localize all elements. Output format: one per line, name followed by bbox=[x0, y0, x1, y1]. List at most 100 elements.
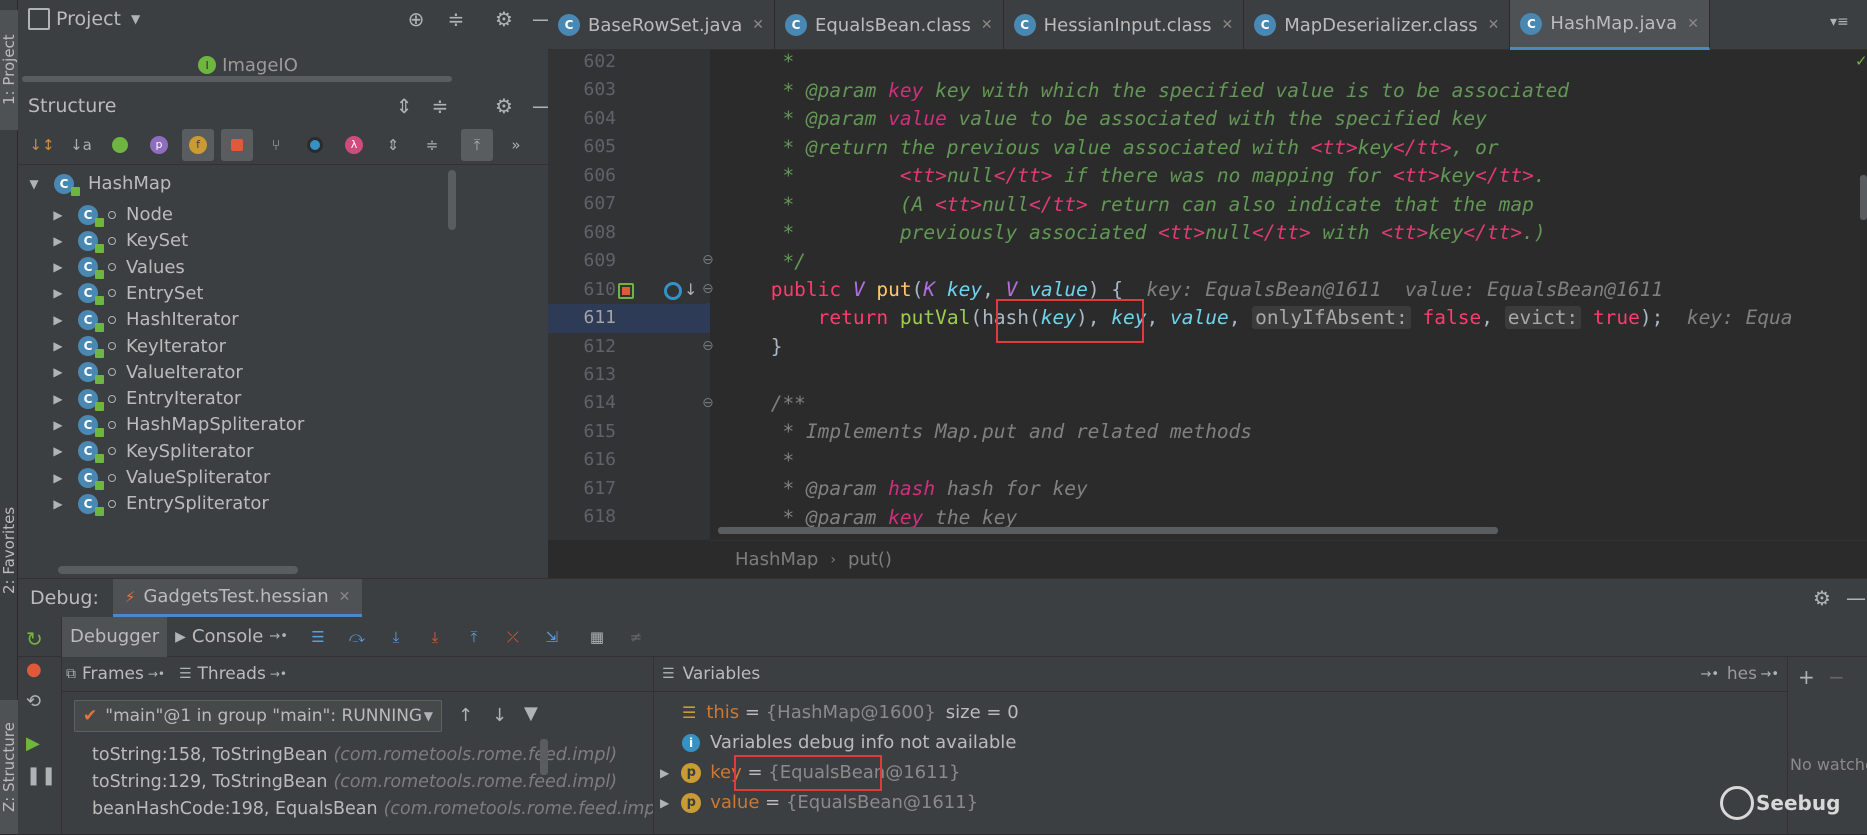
fold-icon[interactable]: ⊖ bbox=[702, 252, 714, 268]
collapsed-arrow-icon[interactable]: ▶ bbox=[48, 471, 68, 485]
variables-right-tab[interactable]: hes bbox=[1727, 664, 1757, 684]
fold-icon[interactable]: ⊖ bbox=[702, 338, 714, 354]
pin-icon[interactable]: →• bbox=[148, 667, 165, 681]
collapsed-arrow-icon[interactable]: ▶ bbox=[48, 365, 68, 379]
close-icon[interactable]: ✕ bbox=[981, 17, 993, 33]
collapse-all-icon[interactable]: ≑ bbox=[438, 0, 474, 38]
debug-session-tab[interactable]: ⚡ GadgetsTest.hessian ✕ bbox=[112, 579, 363, 617]
expand-all-icon[interactable]: ⇕ bbox=[377, 129, 409, 161]
expanded-arrow-icon[interactable]: ▼ bbox=[24, 177, 44, 191]
project-tool-tab[interactable]: 1: Project bbox=[0, 10, 18, 130]
collapsed-arrow-icon[interactable]: ▶ bbox=[48, 497, 68, 511]
expand-arrow-icon[interactable]: ▶ bbox=[660, 796, 669, 810]
step-over-icon[interactable]: ⤼ bbox=[341, 621, 373, 653]
collapsed-arrow-icon[interactable]: ▶ bbox=[48, 260, 68, 274]
tree-item[interactable]: ▶ C EntrySpliterator bbox=[18, 488, 530, 519]
frames-scrollbar[interactable] bbox=[540, 739, 548, 775]
autoscroll-icon[interactable]: ⤒ bbox=[461, 128, 493, 161]
step-into-icon[interactable]: ⤓ bbox=[380, 621, 412, 653]
collapsed-arrow-icon[interactable]: ▶ bbox=[48, 418, 68, 432]
gear-icon[interactable]: ⚙ bbox=[486, 0, 522, 38]
show-properties-icon[interactable]: p bbox=[143, 129, 175, 161]
collapsed-arrow-icon[interactable]: ▶ bbox=[48, 339, 68, 353]
structure-vscrollbar[interactable] bbox=[448, 170, 456, 230]
collapse-all-icon[interactable]: ≑ bbox=[422, 87, 458, 125]
close-icon[interactable]: ✕ bbox=[1488, 17, 1500, 33]
structure-hscrollbar[interactable] bbox=[58, 566, 298, 574]
frame-row[interactable]: beanHashCode:198, EqualsBean (com.rometoo… bbox=[62, 793, 653, 825]
editor-hscrollbar[interactable] bbox=[718, 527, 1498, 534]
add-watch-icon[interactable]: + bbox=[1798, 665, 1815, 689]
view-breakpoints-icon[interactable]: ● bbox=[26, 659, 42, 680]
pin-icon[interactable]: →• bbox=[270, 667, 287, 681]
expand-all-icon[interactable]: ⇕ bbox=[386, 87, 422, 125]
pin-icon[interactable]: →• bbox=[1760, 667, 1779, 682]
remove-watch-icon[interactable]: − bbox=[1828, 665, 1845, 689]
show-inherited-icon[interactable] bbox=[104, 129, 136, 161]
breadcrumb-method[interactable]: put() bbox=[848, 549, 892, 570]
project-scrollbar[interactable] bbox=[22, 76, 452, 82]
threads-tab[interactable]: Threads bbox=[198, 664, 266, 684]
minimize-icon[interactable]: — bbox=[1838, 579, 1867, 617]
chevron-down-icon[interactable]: ▼ bbox=[131, 12, 140, 26]
expand-arrow-icon[interactable]: ▶ bbox=[660, 766, 669, 780]
close-icon[interactable]: ✕ bbox=[1221, 17, 1233, 33]
force-step-into-icon[interactable]: ⤓ bbox=[419, 621, 451, 653]
next-frame-icon[interactable]: ↓ bbox=[492, 705, 507, 726]
editor-tab[interactable]: C BaseRowSet.java ✕ bbox=[548, 0, 775, 50]
show-hierarchy-icon[interactable]: ⑂ bbox=[260, 129, 292, 161]
tab-list-icon[interactable]: ▾≡ bbox=[1830, 14, 1849, 30]
thread-select[interactable]: ✔ "main"@1 in group "main": RUNNING ▼ bbox=[74, 700, 442, 732]
inspection-ok-icon[interactable]: ✓ bbox=[1855, 52, 1867, 70]
settings-restore-icon[interactable]: ⟲ bbox=[26, 691, 41, 712]
tab-console[interactable]: ▶ Console →• bbox=[167, 617, 296, 657]
filter-icon[interactable]: ▼ bbox=[524, 703, 538, 724]
editor-tab[interactable]: C HessianInput.class ✕ bbox=[1004, 0, 1245, 50]
close-icon[interactable]: ✕ bbox=[752, 17, 764, 33]
drop-frame-icon[interactable]: ⤫ bbox=[497, 621, 529, 653]
sort-alphabetically-icon[interactable]: ↓a bbox=[65, 129, 97, 161]
step-out-icon[interactable]: ⤒ bbox=[458, 621, 490, 653]
show-anonymous-icon[interactable] bbox=[299, 129, 331, 161]
pause-icon[interactable]: ❚❚ bbox=[26, 765, 56, 786]
rerun-icon[interactable]: ↻ bbox=[26, 627, 43, 651]
collapsed-arrow-icon[interactable]: ▶ bbox=[48, 444, 68, 458]
locate-icon[interactable]: ⊕ bbox=[398, 0, 434, 38]
collapsed-arrow-icon[interactable]: ▶ bbox=[48, 313, 68, 327]
breadcrumb-class[interactable]: HashMap bbox=[735, 549, 818, 570]
show-execution-point-icon[interactable]: ☰ bbox=[302, 621, 334, 653]
pin-icon[interactable]: →• bbox=[1700, 667, 1719, 682]
collapse-all-icon[interactable]: ≑ bbox=[416, 129, 448, 161]
var-row-this[interactable]: ☰ this = {HashMap@1600} size = 0 bbox=[654, 697, 1787, 728]
var-row-value[interactable]: ▶ p value = {EqualsBean@1611} bbox=[654, 787, 1787, 818]
more-icon[interactable]: » bbox=[500, 129, 532, 161]
run-to-cursor-icon[interactable]: ⇲ bbox=[536, 621, 568, 653]
sort-by-visibility-icon[interactable]: ↓↕ bbox=[26, 129, 58, 161]
project-panel-title[interactable]: Project bbox=[56, 8, 121, 30]
editor-tab[interactable]: C MapDeserializer.class ✕ bbox=[1244, 0, 1511, 50]
tab-debugger[interactable]: Debugger bbox=[62, 616, 168, 657]
resume-icon[interactable]: ▶ bbox=[26, 733, 40, 754]
editor-tab[interactable]: C HashMap.java ✕ bbox=[1510, 0, 1710, 50]
show-lambdas-icon[interactable]: λ bbox=[338, 129, 370, 161]
editor-vscrollbar[interactable] bbox=[1860, 175, 1867, 220]
pin-icon[interactable]: →• bbox=[269, 629, 288, 644]
editor-tab[interactable]: C EqualsBean.class ✕ bbox=[775, 0, 1004, 50]
gear-icon[interactable]: ⚙ bbox=[486, 87, 522, 125]
previous-frame-icon[interactable]: ↑ bbox=[458, 705, 473, 726]
favorites-tool-tab[interactable]: 2: Favorites bbox=[0, 495, 18, 605]
fold-icon[interactable]: ⊖ bbox=[702, 281, 714, 297]
trace-stream-icon[interactable]: ≠ bbox=[620, 621, 652, 653]
fold-icon[interactable]: ⊖ bbox=[702, 395, 714, 411]
collapsed-arrow-icon[interactable]: ▶ bbox=[48, 286, 68, 300]
collapsed-arrow-icon[interactable]: ▶ bbox=[48, 208, 68, 222]
collapsed-arrow-icon[interactable]: ▶ bbox=[48, 392, 68, 406]
breakpoint-icon[interactable] bbox=[664, 282, 682, 300]
close-icon[interactable]: ✕ bbox=[1687, 16, 1699, 32]
show-non-public-icon[interactable] bbox=[221, 128, 253, 161]
show-fields-icon[interactable]: f bbox=[182, 128, 214, 161]
structure-tool-tab[interactable]: Z: Structure bbox=[0, 700, 18, 834]
evaluate-expression-icon[interactable]: ▦ bbox=[581, 621, 613, 653]
gear-icon[interactable]: ⚙ bbox=[1804, 579, 1840, 617]
frames-tab[interactable]: Frames bbox=[82, 664, 144, 684]
